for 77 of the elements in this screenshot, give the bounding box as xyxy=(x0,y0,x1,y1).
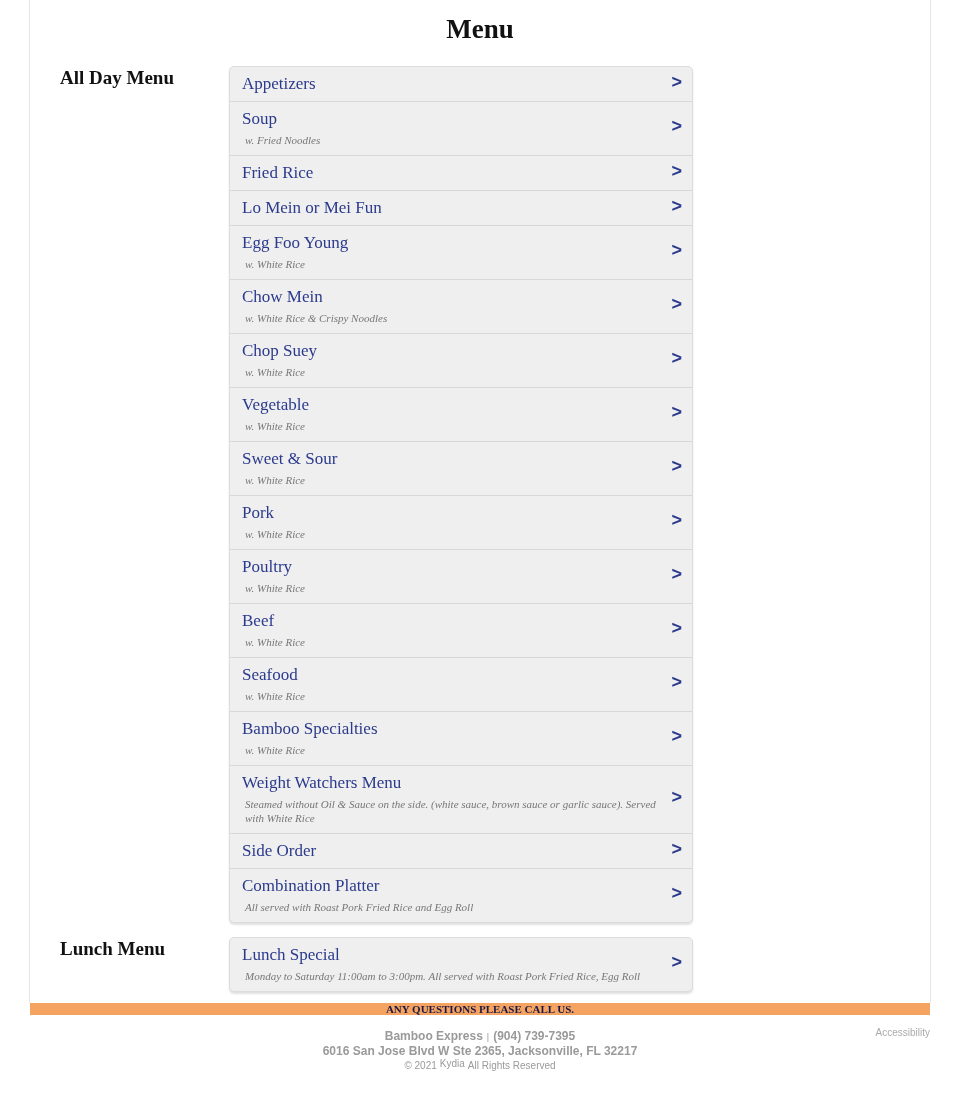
chevron: > xyxy=(671,72,682,92)
menu-category-link[interactable]: Bamboo Specialties w. White Rice > xyxy=(230,712,692,766)
category-name: Lo Mein or Mei Fun xyxy=(242,198,382,218)
category-name: Soup xyxy=(242,109,277,129)
chevron: > xyxy=(671,196,682,216)
category-name: Sweet & Sour xyxy=(242,449,338,469)
chevron: > xyxy=(671,510,682,530)
category-note: w. Fried Noodles xyxy=(245,133,322,147)
menu-category-link[interactable]: Egg Foo Young w. White Rice > xyxy=(230,226,692,280)
copyright: © 2021 xyxy=(404,1059,437,1073)
chevron: > xyxy=(671,294,682,314)
menu-category-link[interactable]: Seafood w. White Rice > xyxy=(230,658,692,712)
category-name: Weight Watchers Menu xyxy=(242,773,402,793)
category-note: w. White Rice xyxy=(245,473,306,487)
menu-category-link[interactable]: Combination Platter All served with Roast Pork Fried Rice and Egg Roll > xyxy=(230,869,692,922)
chevron: > xyxy=(671,161,682,181)
section-title: Lunch Menu xyxy=(60,938,166,960)
menu-category-link[interactable]: Poultry w. White Rice > xyxy=(230,550,692,604)
category-name: Combination Platter xyxy=(242,876,380,896)
category-name: Lunch Special xyxy=(242,945,340,965)
call-us-banner: ANY QUESTIONS PLEASE CALL US. xyxy=(30,1003,930,1015)
menu-category-link[interactable]: Lunch Special Monday to Saturday 11:00am to 3:00pm. All served with Roast Pork Fried Rice, Egg Roll > xyxy=(230,938,692,991)
category-note: Steamed without Oil & Sauce on the side. (white sauce, brown sauce or garlic sauce). Served with White Rice xyxy=(245,797,657,825)
category-name: Side Order xyxy=(242,841,317,861)
category-name: Appetizers xyxy=(242,74,316,94)
category-name: Vegetable xyxy=(242,395,310,415)
menu-category-link[interactable]: Side Order > xyxy=(230,834,692,869)
menu-category-link[interactable]: Weight Watchers Menu Steamed without Oil & Sauce on the side. (white sauce, brown sauce or garlic sauce). Served with White Rice > xyxy=(230,766,692,834)
category-name: Bamboo Specialties xyxy=(242,719,378,739)
chevron: > xyxy=(671,348,682,368)
section-title: All Day Menu xyxy=(60,67,174,89)
category-note: Monday to Saturday 11:00am to 3:00pm. All served with Roast Pork Fried Rice, Egg Roll xyxy=(245,969,642,983)
category-name: Seafood xyxy=(242,665,298,685)
menu-category-link[interactable]: Beef w. White Rice > xyxy=(230,604,692,658)
category-note: w. White Rice xyxy=(245,527,306,541)
category-note: All served with Roast Pork Fried Rice and Egg Roll xyxy=(245,900,475,914)
chevron: > xyxy=(671,787,682,807)
separator: | xyxy=(486,1031,490,1044)
chevron: > xyxy=(671,672,682,692)
menu-category-link[interactable]: Lo Mein or Mei Fun > xyxy=(230,191,692,226)
category-note: w. White Rice xyxy=(245,257,306,271)
category-name: Chop Suey xyxy=(242,341,318,361)
menu-category-link[interactable]: Chop Suey w. White Rice > xyxy=(230,334,692,388)
category-note: w. White Rice xyxy=(245,581,306,595)
menu-category-link[interactable]: Sweet & Sour w. White Rice > xyxy=(230,442,692,496)
category-name: Beef xyxy=(242,611,275,631)
category-name: Poultry xyxy=(242,557,293,577)
category-note: w. White Rice xyxy=(245,365,306,379)
chevron: > xyxy=(671,618,682,638)
chevron: > xyxy=(671,952,682,972)
chevron: > xyxy=(671,402,682,422)
category-name: Fried Rice xyxy=(242,163,314,183)
chevron: > xyxy=(671,883,682,903)
menu-category-link[interactable]: Pork w. White Rice > xyxy=(230,496,692,550)
chevron: > xyxy=(671,839,682,859)
rights-text: All Rights Reserved xyxy=(467,1059,556,1073)
menu-category-link[interactable]: Soup w. Fried Noodles > xyxy=(230,102,692,156)
address: 6016 San Jose Blvd W Ste 2365, Jacksonville, FL 32217 xyxy=(322,1044,638,1058)
page-title: Menu xyxy=(446,13,514,45)
category-note: w. White Rice xyxy=(245,743,306,757)
chevron: > xyxy=(671,564,682,584)
menu-category-link[interactable]: Fried Rice > xyxy=(230,156,692,191)
category-note: w. White Rice xyxy=(245,419,306,433)
category-note: w. White Rice xyxy=(245,635,306,649)
chevron: > xyxy=(671,240,682,260)
menu-category-link[interactable]: Chow Mein w. White Rice & Crispy Noodles > xyxy=(230,280,692,334)
chevron: > xyxy=(671,116,682,136)
business-name: Bamboo Express xyxy=(384,1029,483,1043)
category-note: w. White Rice & Crispy Noodles xyxy=(245,311,389,325)
category-name: Egg Foo Young xyxy=(242,233,349,253)
category-name: Pork xyxy=(242,503,275,523)
category-note: w. White Rice xyxy=(245,689,306,703)
menu-category-link[interactable]: Appetizers > xyxy=(230,67,692,102)
chevron: > xyxy=(671,726,682,746)
category-name: Chow Mein xyxy=(242,287,323,307)
chevron: > xyxy=(671,456,682,476)
menu-category-link[interactable]: Vegetable w. White Rice > xyxy=(230,388,692,442)
